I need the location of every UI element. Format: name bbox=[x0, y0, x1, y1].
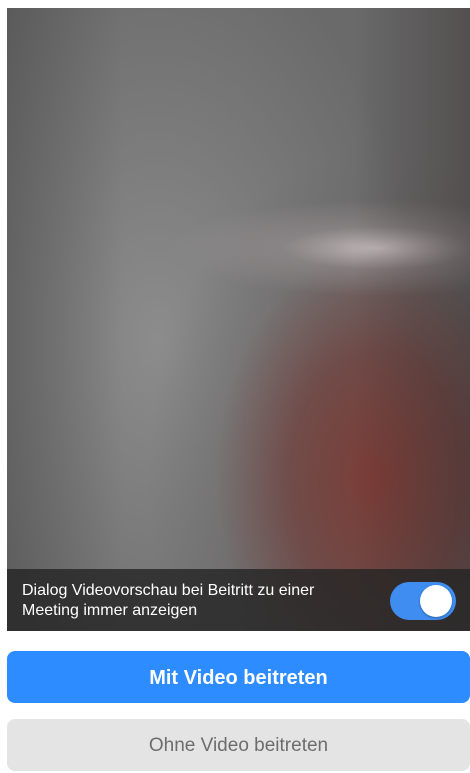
camera-preview: Dialog Videovorschau bei Beitritt zu ein… bbox=[7, 8, 470, 631]
always-show-preview-toggle[interactable] bbox=[390, 582, 456, 620]
join-without-video-button[interactable]: Ohne Video beitreten bbox=[7, 719, 470, 771]
camera-preview-vignette bbox=[7, 8, 470, 631]
preview-option-bar: Dialog Videovorschau bei Beitritt zu ein… bbox=[7, 569, 470, 631]
join-with-video-button[interactable]: Mit Video beitreten bbox=[7, 651, 470, 703]
always-show-preview-label: Dialog Videovorschau bei Beitritt zu ein… bbox=[22, 582, 315, 619]
toggle-knob bbox=[420, 585, 452, 617]
video-preview-screen: Dialog Videovorschau bei Beitritt zu ein… bbox=[0, 0, 470, 773]
